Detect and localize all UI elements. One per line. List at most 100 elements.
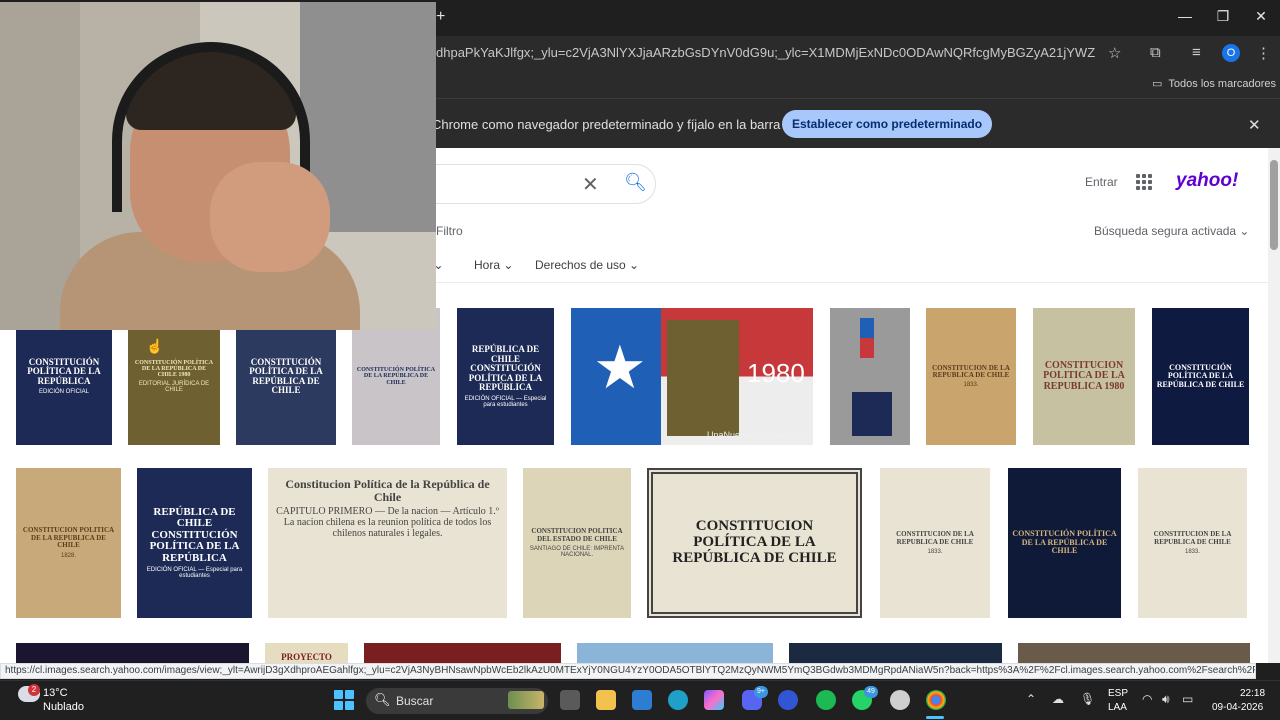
image-result-title: PROYECTO bbox=[281, 652, 332, 663]
image-result[interactable] bbox=[364, 643, 561, 663]
language-indicator[interactable]: ESP bbox=[1108, 688, 1128, 699]
webcam-person-hand bbox=[210, 162, 330, 272]
image-result-subtitle: CAPITULO PRIMERO — De la nacion — Artícu… bbox=[276, 506, 499, 540]
image-result-title: CONSTITUCION POLITICA DE LA REPUBLICA 19… bbox=[1043, 359, 1125, 392]
profile-avatar[interactable]: O bbox=[1222, 44, 1240, 62]
battery-icon[interactable]: ▭ bbox=[1182, 692, 1193, 706]
taskbar-search-label: Buscar bbox=[396, 694, 434, 708]
image-result[interactable]: CONSTITUCION POLÍTICA DE LA REPÚBLICA DE… bbox=[647, 468, 862, 618]
image-result-title: CONSTITUCION DE LA REPUBLICA DE CHILE bbox=[932, 363, 1010, 379]
ea-app-icon[interactable] bbox=[778, 690, 798, 710]
image-result-subtitle: 1833. bbox=[927, 548, 943, 555]
clock-date[interactable]: 09-04-2026 bbox=[1212, 702, 1263, 713]
image-result[interactable]: CONSTITUCION DE LA REPUBLICA DE CHILE 18… bbox=[880, 468, 990, 618]
search-input[interactable] bbox=[420, 164, 656, 204]
scrollbar-thumb[interactable] bbox=[1270, 160, 1278, 250]
set-default-button[interactable]: Establecer como predeterminado bbox=[782, 110, 993, 138]
chrome-icon[interactable] bbox=[926, 690, 946, 710]
discord-badge: 9+ bbox=[754, 686, 768, 698]
link-status-bar: https://cl.images.search.yahoo.com/image… bbox=[0, 663, 1256, 679]
yahoo-logo[interactable]: yahoo! bbox=[1176, 170, 1238, 192]
filter-license-dropdown[interactable]: Derechos de uso ⌄ bbox=[535, 258, 639, 272]
filter-time-dropdown[interactable]: Hora ⌄ bbox=[474, 258, 513, 272]
image-result[interactable] bbox=[577, 643, 773, 663]
copilot-icon[interactable] bbox=[704, 690, 724, 710]
webcam-overlay bbox=[0, 2, 436, 330]
image-result[interactable]: REPÚBLICA DE CHILE CONSTITUCIÓN POLÍTICA… bbox=[137, 468, 252, 618]
image-result[interactable]: CONSTITUCION POLITICA DE LA REPUBLICA 19… bbox=[1033, 308, 1135, 445]
file-explorer-icon[interactable] bbox=[596, 690, 616, 710]
image-result[interactable]: ★ 1980 UnaNuevaConstitución.cl bbox=[571, 308, 813, 445]
minimize-button[interactable]: — bbox=[1166, 8, 1204, 24]
maximize-button[interactable]: ❐ bbox=[1204, 8, 1242, 25]
weather-description[interactable]: Nublado bbox=[43, 701, 84, 713]
address-bar[interactable]: dhpaPkYaKJlfgx;_ylu=c2VjA3NlYXJjaARzbGsD… bbox=[436, 45, 1096, 60]
star-icon: ★ bbox=[593, 334, 647, 401]
image-result-title: CONSTITUCIÓN POLÍTICA DE LA REPÚBLICA DE… bbox=[134, 359, 214, 379]
image-result-title: CONSTITUCION POLÍTICA DE LA REPÚBLICA DE… bbox=[672, 518, 837, 566]
clear-search-icon[interactable]: ✕ bbox=[582, 172, 599, 197]
task-view-icon[interactable] bbox=[560, 690, 580, 710]
image-result-title: REPÚBLICA DE CHILE CONSTITUCIÓN POLÍTICA… bbox=[468, 344, 543, 393]
extensions-icon[interactable]: ⧉ bbox=[1150, 44, 1161, 61]
infobar-close-icon[interactable]: ✕ bbox=[1248, 116, 1261, 134]
folder-icon: ▭ bbox=[1152, 78, 1163, 90]
image-result-subtitle: EDICIÓN OFICIAL — Especial para estudian… bbox=[146, 567, 243, 580]
sign-in-link[interactable]: Entrar bbox=[1085, 175, 1118, 189]
image-result[interactable] bbox=[16, 643, 249, 663]
edge-icon[interactable] bbox=[668, 690, 688, 710]
image-result[interactable]: CONSTITUCION POLITICA DEL ESTADO DE CHIL… bbox=[523, 468, 631, 618]
image-result-title: CONSTITUCIÓN POLÍTICA DE LA REPÚBLICA DE… bbox=[1156, 362, 1245, 389]
image-result-title: CONSTITUCIÓN POLÍTICA DE LA REPÚBLICA DE… bbox=[249, 356, 323, 395]
show-hidden-icons-icon[interactable]: ⌃ bbox=[1026, 692, 1036, 706]
filter-toggle[interactable]: Filtro bbox=[436, 224, 463, 238]
close-window-button[interactable]: ✕ bbox=[1242, 8, 1280, 25]
image-result[interactable]: CONSTITUCION DE LA REPUBLICA DE CHILE 18… bbox=[1138, 468, 1247, 618]
media-control-icon[interactable]: ≡ bbox=[1192, 44, 1201, 61]
onedrive-icon[interactable]: ☁ bbox=[1052, 692, 1064, 706]
image-result-title: REPÚBLICA DE CHILE CONSTITUCIÓN POLÍTICA… bbox=[149, 505, 240, 564]
clock-time[interactable]: 22:18 bbox=[1240, 688, 1265, 699]
bookmark-star-icon[interactable]: ☆ bbox=[1108, 44, 1121, 62]
mouse-cursor-icon: ☝ bbox=[146, 338, 164, 354]
infobar-message: Chrome como navegador predeterminado y f… bbox=[432, 117, 839, 132]
image-result[interactable]: PROYECTO bbox=[265, 643, 348, 663]
start-windows-icon[interactable] bbox=[334, 690, 354, 710]
image-result[interactable]: CONSTITUCION DE LA REPUBLICA DE CHILE 18… bbox=[926, 308, 1016, 445]
search-highlight-icon bbox=[508, 691, 544, 709]
image-result-title: 1980 bbox=[747, 358, 805, 388]
image-result-subtitle: EDICIÓN OFICIAL — Especial para estudian… bbox=[464, 395, 547, 408]
menu-kebab-icon[interactable]: ⋮ bbox=[1256, 44, 1271, 62]
image-result-title: CONSTITUCION DE LA REPUBLICA DE CHILE bbox=[1153, 530, 1232, 546]
image-result-title: Constitucion Política de la República de… bbox=[285, 477, 490, 504]
image-result[interactable]: Constitucion Política de la República de… bbox=[268, 468, 507, 618]
image-result[interactable]: CONSTITUCIÓN POLÍTICA DE LA REPÚBLICA DE… bbox=[1008, 468, 1121, 618]
spotify-icon[interactable] bbox=[816, 690, 836, 710]
volume-icon[interactable]: 🔊︎ bbox=[1162, 692, 1170, 707]
book-cover bbox=[667, 320, 739, 436]
image-result-subtitle: 1833. bbox=[1184, 548, 1200, 555]
image-result[interactable] bbox=[830, 308, 910, 445]
microphone-icon[interactable]: 🎙︎ bbox=[1080, 692, 1095, 706]
whatsapp-badge: 49 bbox=[864, 686, 878, 698]
microsoft-store-icon[interactable] bbox=[632, 690, 652, 710]
image-result-title: CONSTITUCIÓN POLÍTICA DE LA REPÚBLICA bbox=[27, 356, 101, 386]
new-tab-button[interactable]: + bbox=[436, 8, 445, 26]
image-result-subtitle: EDITORIAL JURÍDICA DE CHILE bbox=[138, 381, 210, 394]
image-result[interactable]: CONSTITUCIÓN POLÍTICA DE LA REPÚBLICA DE… bbox=[1152, 308, 1249, 445]
all-bookmarks-folder[interactable]: ▭ Todos los marcadores bbox=[1152, 77, 1277, 91]
image-result[interactable] bbox=[789, 643, 1002, 663]
apps-grid-icon[interactable] bbox=[1136, 174, 1152, 190]
clock-app-icon[interactable] bbox=[890, 690, 910, 710]
image-result-subtitle: 1828. bbox=[60, 552, 76, 559]
image-result[interactable]: REPÚBLICA DE CHILE CONSTITUCIÓN POLÍTICA… bbox=[457, 308, 554, 445]
all-bookmarks-label: Todos los marcadores bbox=[1168, 77, 1277, 90]
search-icon[interactable]: 🔍︎ bbox=[624, 172, 647, 193]
wifi-icon[interactable]: ◠ bbox=[1142, 692, 1152, 706]
safesearch-dropdown[interactable]: Búsqueda segura activada ⌄ bbox=[1094, 224, 1250, 238]
keyboard-layout-indicator[interactable]: LAA bbox=[1108, 702, 1127, 713]
image-result[interactable] bbox=[1018, 643, 1250, 663]
image-result[interactable]: CONSTITUCION POLITICA DE LA REPUBLICA DE… bbox=[16, 468, 121, 618]
weather-temperature[interactable]: 13°C bbox=[43, 687, 68, 699]
image-result-subtitle: UnaNuevaConstitución.cl bbox=[707, 430, 809, 440]
